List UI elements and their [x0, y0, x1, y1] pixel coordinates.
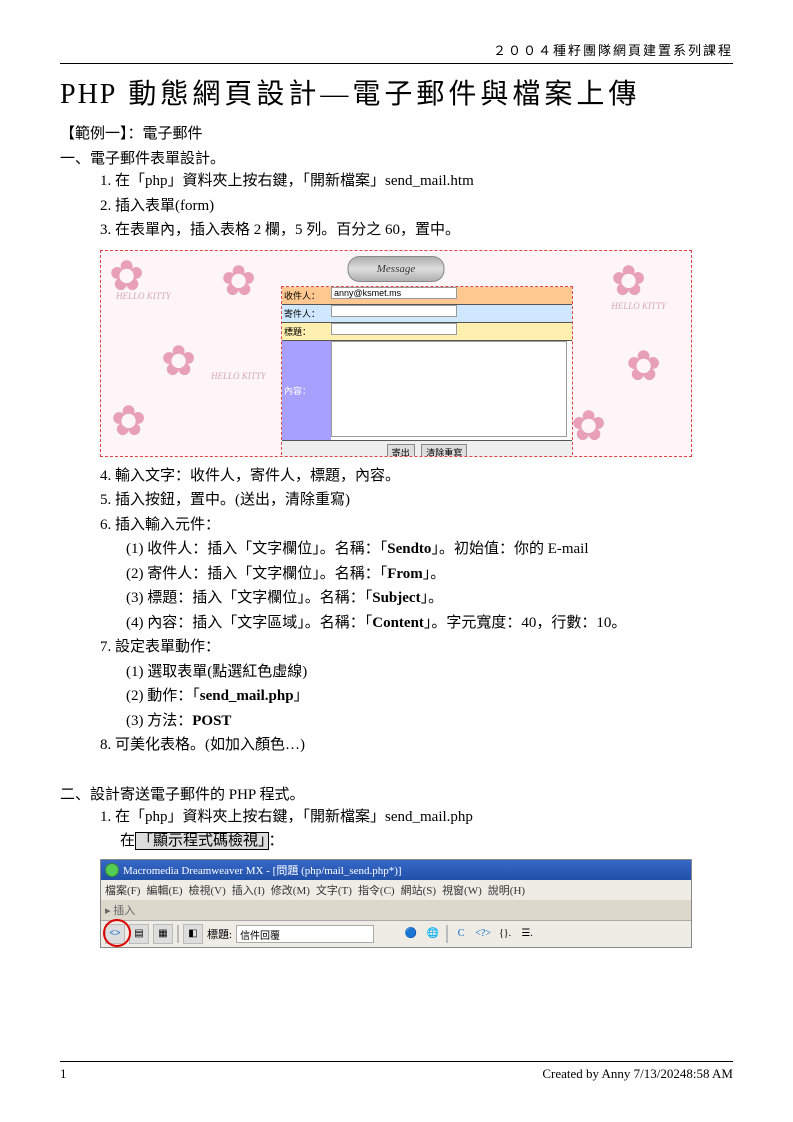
button-row: 寄出 清除重寫: [282, 441, 572, 457]
split-view-button[interactable]: ▤: [129, 924, 149, 944]
section-1-list-cont: 4. 輸入文字：收件人，寄件人，標題，內容。 5. 插入按鈕，置中。(送出，清除…: [100, 465, 733, 757]
email-form: 收件人： 寄件人： 標題： 內容： 寄出 清除重寫: [281, 286, 573, 457]
page-footer: 1 Created by Anny 7/13/20248:58 AM: [60, 1061, 733, 1082]
title-input[interactable]: 信件回覆: [236, 925, 374, 943]
menu-text[interactable]: 文字(T): [316, 882, 352, 898]
dw-title-text: Macromedia Dreamweaver MX - [問題 (php/mai…: [123, 862, 402, 878]
label-content: 內容：: [282, 341, 331, 440]
menu-insert[interactable]: 插入(I): [232, 882, 265, 898]
step-1: 1. 在「php」資料夾上按右鍵，「開新檔案」send_mail.htm: [100, 170, 733, 193]
menu-file[interactable]: 檔案(F): [105, 882, 140, 898]
step-6-4: (4) 內容：插入「文字區域」。名稱：「Content」。字元寬度：40，行數：…: [126, 612, 733, 635]
step-5: 5. 插入按鈕，置中。(送出，清除重寫): [100, 489, 733, 512]
form-design-screenshot: HELLO KITTY HELLO KITTY HELLO KITTY Mess…: [100, 250, 692, 457]
flower-decoration: [161, 341, 211, 391]
toolbar-separator: [177, 925, 179, 943]
section-2-heading: 二、設計寄送電子郵件的 PHP 程式。: [60, 783, 733, 804]
step-7: 7. 設定表單動作：: [100, 636, 733, 659]
label-recipient: 收件人：: [282, 287, 331, 304]
page-title: PHP 動態網頁設計—電子郵件與檔案上傳: [60, 72, 733, 112]
page-number: 1: [60, 1066, 67, 1082]
menu-view[interactable]: 檢視(V): [189, 882, 226, 898]
flower-decoration: [571, 406, 621, 456]
message-banner: Message: [348, 256, 445, 282]
globe-icon[interactable]: 🌐: [424, 925, 442, 943]
step-6: 6. 插入輸入元件：: [100, 514, 733, 537]
live-view-button[interactable]: ◧: [183, 924, 203, 944]
flower-decoration: [221, 261, 271, 311]
label-subject: 標題：: [282, 323, 331, 340]
refresh-icon[interactable]: C: [452, 925, 470, 943]
menu-window[interactable]: 視窗(W): [442, 882, 482, 898]
row-recipient: 收件人：: [282, 287, 572, 305]
step-7-1: (1) 選取表單(點選紅色虛線): [126, 661, 733, 684]
dw-menu-bar: 檔案(F) 編輯(E) 檢視(V) 插入(I) 修改(M) 文字(T) 指令(C…: [101, 880, 691, 900]
dw-toolbar: <> ▤ ▦ ◧ 標題: 信件回覆 🔵 🌐 C <?> {}. ☰.: [101, 921, 691, 947]
section-1-heading: 一、電子郵件表單設計。: [60, 147, 733, 168]
code-view-button-label: 「顯示程式碼檢視」: [135, 832, 269, 850]
example-label: 【範例一】：電子郵件: [60, 122, 733, 143]
code-nav-icon[interactable]: <?>: [474, 925, 492, 943]
menu-modify[interactable]: 修改(M): [271, 882, 310, 898]
dw-title-bar: Macromedia Dreamweaver MX - [問題 (php/mai…: [101, 860, 691, 880]
reset-button[interactable]: 清除重寫: [421, 444, 467, 457]
course-header: ２００４種籽團隊網頁建置系列課程: [60, 40, 733, 59]
step-8: 8. 可美化表格。(如加入顏色…): [100, 734, 733, 757]
step-6-3: (3) 標題：插入「文字欄位」。名稱：「Subject」。: [126, 587, 733, 610]
step-2: 2. 插入表單(form): [100, 195, 733, 218]
braces-icon[interactable]: {}.: [496, 925, 514, 943]
step-7-2: (2) 動作：「send_mail.php」: [126, 685, 733, 708]
step-6-2: (2) 寄件人：插入「文字欄位」。名稱：「From」。: [126, 563, 733, 586]
menu-help[interactable]: 說明(H): [488, 882, 525, 898]
title-rest: 動態網頁設計—電子郵件與檔案上傳: [117, 79, 640, 110]
row-content: 內容：: [282, 341, 572, 441]
row-sender: 寄件人：: [282, 305, 572, 323]
textarea-content[interactable]: [331, 341, 567, 437]
row-subject: 標題：: [282, 323, 572, 341]
hellokitty-text: HELLO KITTY: [611, 301, 666, 311]
step-4: 4. 輸入文字：收件人，寄件人，標題，內容。: [100, 465, 733, 488]
input-subject[interactable]: [331, 323, 457, 335]
flower-decoration: [626, 346, 676, 396]
menu-edit[interactable]: 編輯(E): [146, 882, 182, 898]
step-3: 3. 在表單內，插入表格 2 欄，5 列。百分之 60，置中。: [100, 219, 733, 242]
highlight-circle: [103, 919, 131, 947]
label-sender: 寄件人：: [282, 305, 331, 322]
dreamweaver-screenshot: Macromedia Dreamweaver MX - [問題 (php/mai…: [100, 859, 692, 948]
s2-step-1b: 在「顯示程式碼檢視」：: [120, 830, 733, 853]
design-view-button[interactable]: ▦: [153, 924, 173, 944]
dw-insert-panel[interactable]: ▸ 插入: [101, 900, 691, 921]
s2-step-1: 1. 在「php」資料夾上按右鍵，「開新檔案」send_mail.php: [100, 806, 733, 829]
step-7-sublist: (1) 選取表單(點選紅色虛線) (2) 動作：「send_mail.php」 …: [126, 661, 733, 733]
submit-button[interactable]: 寄出: [387, 444, 415, 457]
dw-logo-icon: [105, 863, 119, 877]
options-icon[interactable]: ☰.: [518, 925, 536, 943]
footer-credit: Created by Anny 7/13/20248:58 AM: [542, 1066, 733, 1082]
menu-site[interactable]: 網站(S): [401, 882, 436, 898]
title-label: 標題:: [207, 926, 232, 942]
browser-preview-icon[interactable]: 🔵: [402, 925, 420, 943]
title-php: PHP: [60, 79, 117, 110]
header-divider: [60, 63, 733, 64]
step-7-3: (3) 方法：POST: [126, 710, 733, 733]
hellokitty-text: HELLO KITTY: [211, 371, 266, 381]
input-recipient[interactable]: [331, 287, 457, 299]
step-1-code: send_mail.htm: [385, 173, 474, 189]
section-1-list: 1. 在「php」資料夾上按右鍵，「開新檔案」send_mail.htm 2. …: [100, 170, 733, 242]
section-2-list: 1. 在「php」資料夾上按右鍵，「開新檔案」send_mail.php 在「顯…: [100, 806, 733, 853]
step-6-sublist: (1) 收件人：插入「文字欄位」。名稱：「Sendto」。初始值：你的 E-ma…: [126, 538, 733, 634]
step-6-1: (1) 收件人：插入「文字欄位」。名稱：「Sendto」。初始值：你的 E-ma…: [126, 538, 733, 561]
input-sender[interactable]: [331, 305, 457, 317]
flower-decoration: [111, 401, 161, 451]
menu-commands[interactable]: 指令(C): [358, 882, 395, 898]
hellokitty-text: HELLO KITTY: [116, 291, 171, 301]
toolbar-separator: [446, 925, 448, 943]
step-1-text: 1. 在「php」資料夾上按右鍵，「開新檔案」: [100, 173, 385, 189]
